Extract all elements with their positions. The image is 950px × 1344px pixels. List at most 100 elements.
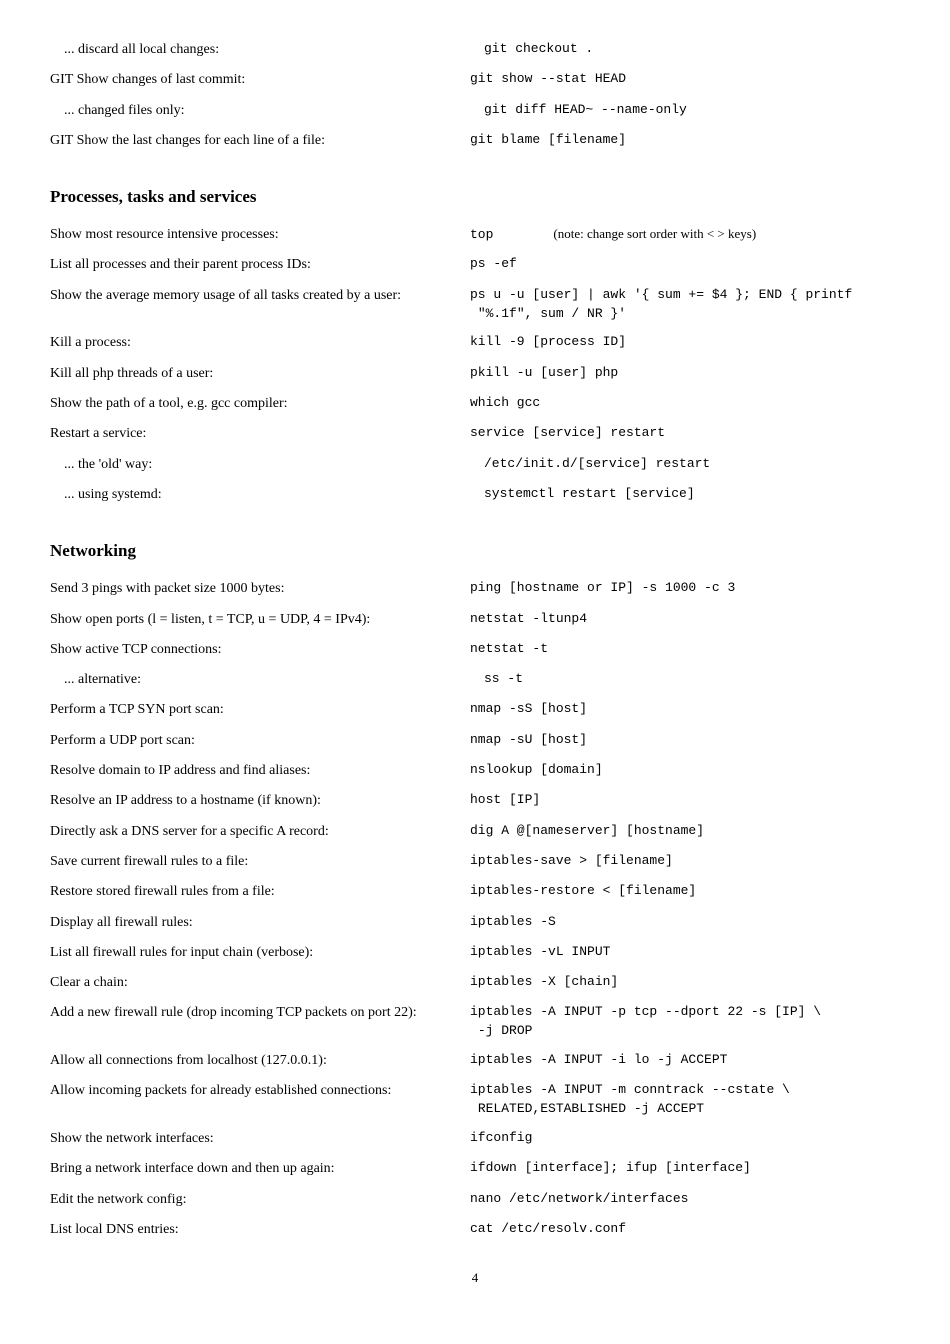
desc: Directly ask a DNS server for a specific…	[50, 822, 470, 842]
desc: Allow all connections from localhost (12…	[50, 1051, 470, 1071]
row: Edit the network config: nano /etc/netwo…	[50, 1190, 900, 1210]
row: ... the 'old' way: /etc/init.d/[service]…	[50, 455, 900, 475]
cmd: iptables -A INPUT -p tcp --dport 22 -s […	[470, 1003, 900, 1041]
cmd: service [service] restart	[470, 424, 900, 443]
row: Restart a service: service [service] res…	[50, 424, 900, 444]
row: ... alternative: ss -t	[50, 670, 900, 690]
row: List local DNS entries: cat /etc/resolv.…	[50, 1220, 900, 1240]
section-networking-title: Networking	[50, 541, 900, 561]
row: Clear a chain: iptables -X [chain]	[50, 973, 900, 993]
cmd: kill -9 [process ID]	[470, 333, 900, 352]
desc: Restart a service:	[50, 424, 470, 444]
desc: ... changed files only:	[50, 101, 484, 121]
cmd: dig A @[nameserver] [hostname]	[470, 822, 900, 841]
desc: Bring a network interface down and then …	[50, 1159, 470, 1179]
desc: Show active TCP connections:	[50, 640, 470, 660]
desc: Show the path of a tool, e.g. gcc compil…	[50, 394, 470, 414]
cmd: cat /etc/resolv.conf	[470, 1220, 900, 1239]
cmd: netstat -t	[470, 640, 900, 659]
row: Show active TCP connections: netstat -t	[50, 640, 900, 660]
cmd: iptables -S	[470, 913, 900, 932]
row: Display all firewall rules: iptables -S	[50, 913, 900, 933]
cmd: git checkout .	[484, 40, 900, 59]
desc: List all processes and their parent proc…	[50, 255, 470, 275]
row: Save current firewall rules to a file: i…	[50, 852, 900, 872]
cmd: which gcc	[470, 394, 900, 413]
row: Resolve domain to IP address and find al…	[50, 761, 900, 781]
desc: Perform a UDP port scan:	[50, 731, 470, 751]
row: Kill all php threads of a user: pkill -u…	[50, 364, 900, 384]
row: ... changed files only: git diff HEAD~ -…	[50, 101, 900, 121]
row: Add a new firewall rule (drop incoming T…	[50, 1003, 900, 1041]
cmd: ping [hostname or IP] -s 1000 -c 3	[470, 579, 900, 598]
cmd: ifconfig	[470, 1129, 900, 1148]
desc: Resolve an IP address to a hostname (if …	[50, 791, 470, 811]
desc: List all firewall rules for input chain …	[50, 943, 470, 963]
cmd: iptables -A INPUT -m conntrack --cstate …	[470, 1081, 900, 1119]
desc: Show the average memory usage of all tas…	[50, 286, 470, 306]
desc: ... alternative:	[50, 670, 484, 690]
cmd: iptables-restore < [filename]	[470, 882, 900, 901]
cmd: /etc/init.d/[service] restart	[484, 455, 900, 474]
row: List all processes and their parent proc…	[50, 255, 900, 275]
desc: Kill a process:	[50, 333, 470, 353]
cmd: ps u -u [user] | awk '{ sum += $4 }; END…	[470, 286, 900, 324]
cmd: ifdown [interface]; ifup [interface]	[470, 1159, 900, 1178]
row: Show the path of a tool, e.g. gcc compil…	[50, 394, 900, 414]
cmd: git diff HEAD~ --name-only	[484, 101, 900, 120]
section-processes-title: Processes, tasks and services	[50, 187, 900, 207]
cmd: netstat -ltunp4	[470, 610, 900, 629]
desc: Perform a TCP SYN port scan:	[50, 700, 470, 720]
cmd: host [IP]	[470, 791, 900, 810]
page-number: 4	[50, 1270, 900, 1286]
row: Restore stored firewall rules from a fil…	[50, 882, 900, 902]
row: GIT Show changes of last commit: git sho…	[50, 70, 900, 90]
row: Bring a network interface down and then …	[50, 1159, 900, 1179]
row: Resolve an IP address to a hostname (if …	[50, 791, 900, 811]
cmd: ss -t	[484, 670, 900, 689]
row: List all firewall rules for input chain …	[50, 943, 900, 963]
desc: Allow incoming packets for already estab…	[50, 1081, 470, 1101]
cmd: nano /etc/network/interfaces	[470, 1190, 900, 1209]
desc: Restore stored firewall rules from a fil…	[50, 882, 470, 902]
row: Allow incoming packets for already estab…	[50, 1081, 900, 1119]
desc: Resolve domain to IP address and find al…	[50, 761, 470, 781]
cmd: git blame [filename]	[470, 131, 900, 150]
row: Send 3 pings with packet size 1000 bytes…	[50, 579, 900, 599]
row: Show most resource intensive processes: …	[50, 225, 900, 245]
cmd: nmap -sS [host]	[470, 700, 900, 719]
desc: ... using systemd:	[50, 485, 484, 505]
row: Show the network interfaces: ifconfig	[50, 1129, 900, 1149]
row: Show the average memory usage of all tas…	[50, 286, 900, 324]
desc: Show the network interfaces:	[50, 1129, 470, 1149]
desc: Send 3 pings with packet size 1000 bytes…	[50, 579, 470, 599]
cmd: pkill -u [user] php	[470, 364, 900, 383]
cmd: iptables -X [chain]	[470, 973, 900, 992]
desc: List local DNS entries:	[50, 1220, 470, 1240]
row: Perform a UDP port scan: nmap -sU [host]	[50, 731, 900, 751]
cmd: nslookup [domain]	[470, 761, 900, 780]
desc: Show open ports (l = listen, t = TCP, u …	[50, 610, 470, 630]
cmd: iptables-save > [filename]	[470, 852, 900, 871]
desc: Show most resource intensive processes:	[50, 225, 470, 245]
desc: ... discard all local changes:	[50, 40, 484, 60]
row: GIT Show the last changes for each line …	[50, 131, 900, 151]
row: Show open ports (l = listen, t = TCP, u …	[50, 610, 900, 630]
desc: Save current firewall rules to a file:	[50, 852, 470, 872]
desc: ... the 'old' way:	[50, 455, 484, 475]
cmd: nmap -sU [host]	[470, 731, 900, 750]
row: ... using systemd: systemctl restart [se…	[50, 485, 900, 505]
cmd: top(note: change sort order with < > key…	[470, 225, 900, 245]
desc: GIT Show changes of last commit:	[50, 70, 470, 90]
row: Kill a process: kill -9 [process ID]	[50, 333, 900, 353]
row: Perform a TCP SYN port scan: nmap -sS [h…	[50, 700, 900, 720]
row: ... discard all local changes: git check…	[50, 40, 900, 60]
desc: GIT Show the last changes for each line …	[50, 131, 470, 151]
cmd: iptables -A INPUT -i lo -j ACCEPT	[470, 1051, 900, 1070]
row: Directly ask a DNS server for a specific…	[50, 822, 900, 842]
cmd: iptables -vL INPUT	[470, 943, 900, 962]
note: (note: change sort order with < > keys)	[553, 226, 756, 241]
desc: Edit the network config:	[50, 1190, 470, 1210]
cmd: systemctl restart [service]	[484, 485, 900, 504]
desc: Clear a chain:	[50, 973, 470, 993]
